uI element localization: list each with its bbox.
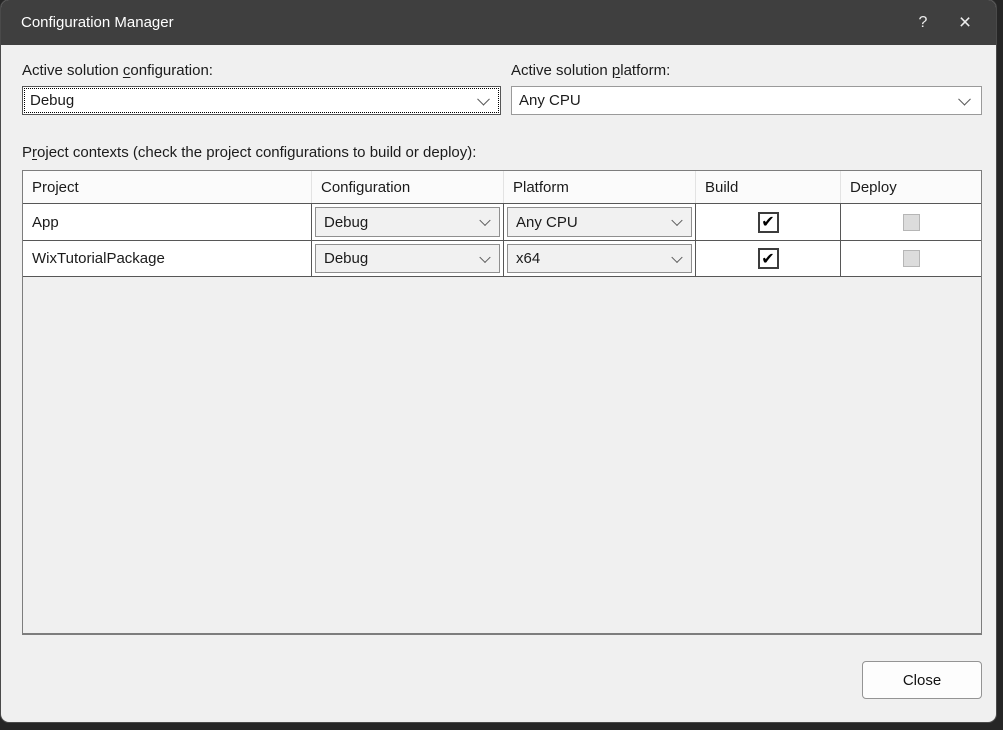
active-configuration-combobox[interactable]: Debug xyxy=(22,86,501,115)
platform-cell: Any CPU xyxy=(504,204,696,240)
active-platform-value: Any CPU xyxy=(519,92,581,109)
chevron-down-icon xyxy=(958,92,971,105)
build-checkbox[interactable]: ✔ xyxy=(758,248,779,269)
project-name-cell[interactable]: App xyxy=(23,204,312,240)
row-platform-combobox[interactable]: Any CPU xyxy=(507,207,692,237)
title-bar-buttons: ? × xyxy=(902,0,986,45)
active-configuration-field: Active solution configuration: Debug xyxy=(22,62,501,115)
grid-header-row: Project Configuration Platform Build Dep… xyxy=(23,171,981,203)
row-configuration-value: Debug xyxy=(324,214,368,231)
table-row: WixTutorialPackage Debug x64 ✔ xyxy=(23,240,981,277)
window-title: Configuration Manager xyxy=(1,14,174,31)
chevron-down-icon xyxy=(671,251,682,262)
deploy-cell xyxy=(841,241,981,276)
configuration-cell: Debug xyxy=(312,241,504,276)
window-close-button[interactable]: × xyxy=(944,0,986,45)
active-platform-label: Active solution platform: xyxy=(511,62,982,79)
column-header-project: Project xyxy=(23,171,312,203)
chevron-down-icon xyxy=(479,215,490,226)
project-contexts-label: Project contexts (check the project conf… xyxy=(22,144,982,161)
deploy-cell xyxy=(841,204,981,240)
help-button[interactable]: ? xyxy=(902,0,944,45)
title-bar[interactable]: Configuration Manager ? × xyxy=(1,0,996,45)
build-checkbox[interactable]: ✔ xyxy=(758,212,779,233)
project-contexts-grid: Project Configuration Platform Build Dep… xyxy=(22,170,982,635)
configuration-manager-dialog: Configuration Manager ? × Active solutio… xyxy=(1,0,996,722)
row-configuration-combobox[interactable]: Debug xyxy=(315,207,500,237)
project-name-cell[interactable]: WixTutorialPackage xyxy=(23,241,312,276)
row-configuration-value: Debug xyxy=(324,250,368,267)
column-header-build: Build xyxy=(696,171,841,203)
row-configuration-combobox[interactable]: Debug xyxy=(315,244,500,273)
solution-settings-row: Active solution configuration: Debug Act… xyxy=(22,62,982,115)
column-header-configuration: Configuration xyxy=(312,171,504,203)
column-header-deploy: Deploy xyxy=(841,171,981,203)
chevron-down-icon xyxy=(477,92,490,105)
table-row: App Debug Any CPU ✔ xyxy=(23,203,981,240)
active-platform-combobox[interactable]: Any CPU xyxy=(511,86,982,115)
active-configuration-label: Active solution configuration: xyxy=(22,62,501,79)
close-icon: × xyxy=(959,11,971,35)
active-configuration-value: Debug xyxy=(30,92,74,109)
dialog-content: Active solution configuration: Debug Act… xyxy=(1,45,996,699)
row-platform-value: x64 xyxy=(516,250,540,267)
platform-cell: x64 xyxy=(504,241,696,276)
row-platform-combobox[interactable]: x64 xyxy=(507,244,692,273)
row-platform-value: Any CPU xyxy=(516,214,578,231)
close-button[interactable]: Close xyxy=(862,661,982,699)
deploy-checkbox-disabled xyxy=(903,250,920,267)
focus-rectangle xyxy=(24,88,499,113)
chevron-down-icon xyxy=(671,215,682,226)
dialog-footer: Close xyxy=(22,661,982,699)
build-cell: ✔ xyxy=(696,241,841,276)
chevron-down-icon xyxy=(479,251,490,262)
column-header-platform: Platform xyxy=(504,171,696,203)
help-icon: ? xyxy=(919,14,928,32)
check-icon: ✔ xyxy=(761,249,774,269)
active-platform-field: Active solution platform: Any CPU xyxy=(511,62,982,115)
check-icon: ✔ xyxy=(761,212,774,232)
configuration-cell: Debug xyxy=(312,204,504,240)
build-cell: ✔ xyxy=(696,204,841,240)
deploy-checkbox-disabled xyxy=(903,214,920,231)
